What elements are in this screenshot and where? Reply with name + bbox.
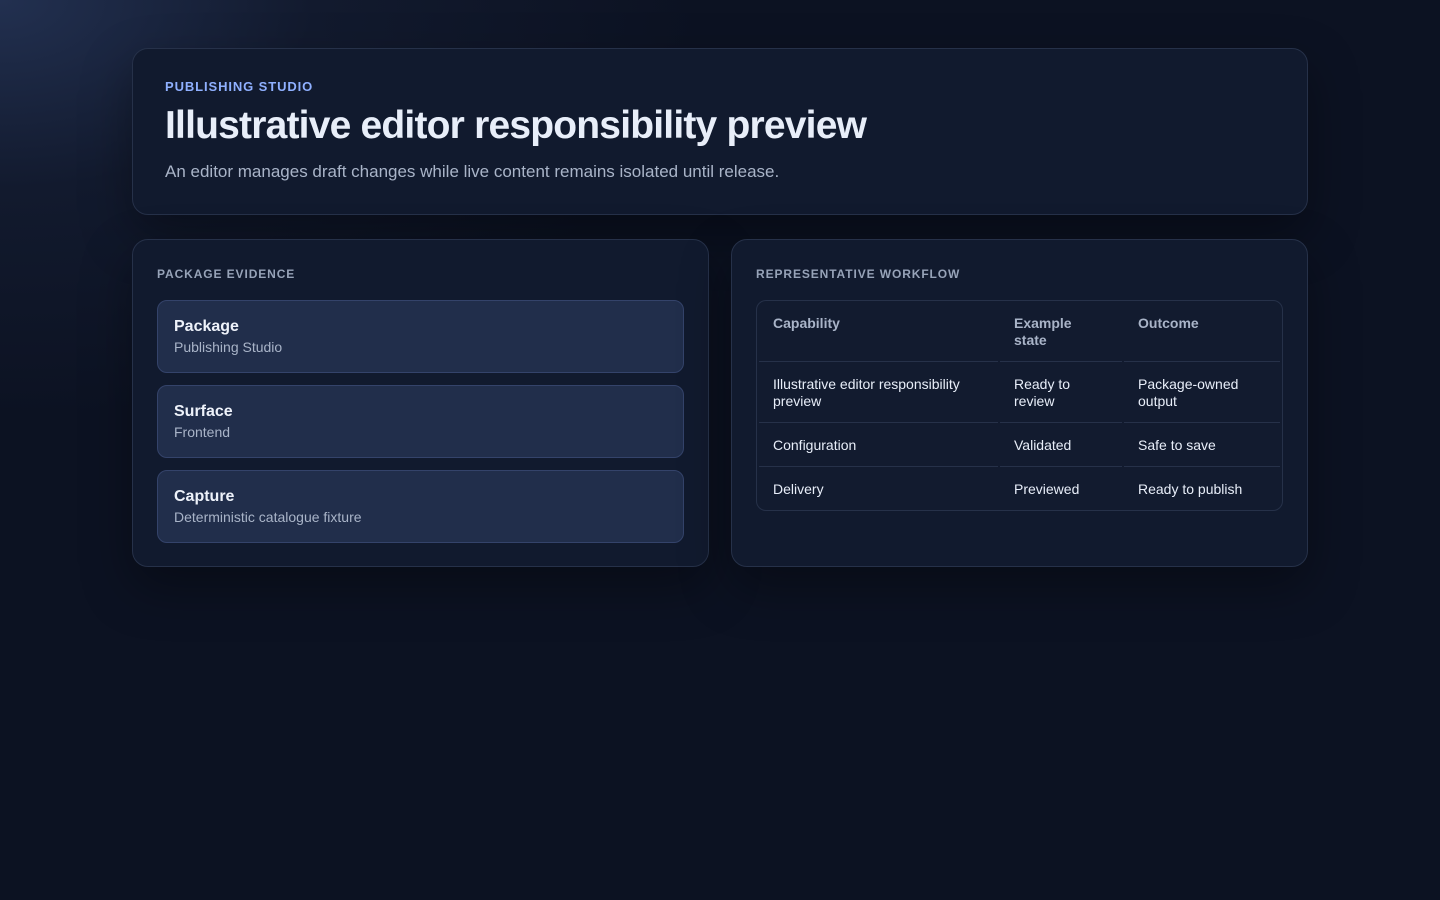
column-header-outcome: Outcome: [1124, 301, 1280, 362]
package-evidence-heading: PACKAGE EVIDENCE: [157, 267, 296, 281]
table-cell: Ready to publish: [1138, 481, 1243, 497]
page-title: Illustrative editor responsibility previ…: [165, 104, 867, 147]
table-cell: Illustrative editor responsibility previ…: [759, 362, 998, 423]
evidence-item-package: Package Publishing Studio: [157, 300, 684, 373]
evidence-label: Surface: [174, 403, 233, 420]
evidence-value: Frontend: [174, 424, 231, 440]
workflow-table-container: Capability Example state Outcome Illustr…: [756, 300, 1283, 511]
table-header-row: Capability Example state Outcome: [759, 301, 1280, 362]
table-row: Illustrative editor responsibility previ…: [759, 362, 1280, 423]
table-cell: Previewed: [1014, 481, 1080, 497]
hero-card: PUBLISHING STUDIO Illustrative editor re…: [132, 48, 1308, 215]
evidence-item-surface: Surface Frontend: [157, 385, 684, 458]
column-header-capability: Capability: [759, 301, 998, 362]
evidence-list: Package Publishing Studio Surface Fronte…: [157, 300, 684, 543]
table-row: Configuration Validated Safe to save: [759, 423, 1280, 467]
workflow-heading: REPRESENTATIVE WORKFLOW: [756, 267, 961, 281]
page-subtitle: An editor manages draft changes while li…: [165, 162, 780, 181]
table-cell: Safe to save: [1124, 423, 1280, 467]
evidence-label: Capture: [174, 488, 235, 505]
workflow-table: Capability Example state Outcome Illustr…: [757, 301, 1282, 510]
evidence-label: Package: [174, 318, 239, 335]
column-header-example-state: Example state: [1000, 301, 1122, 362]
evidence-value: Deterministic catalogue fixture: [174, 509, 362, 525]
evidence-value: Publishing Studio: [174, 339, 283, 355]
table-cell: Package-owned output: [1124, 362, 1280, 423]
eyebrow-label: PUBLISHING STUDIO: [165, 79, 314, 94]
evidence-item-capture: Capture Deterministic catalogue fixture: [157, 470, 684, 543]
table-row: Delivery Previewed Ready to publish: [759, 467, 1280, 510]
representative-workflow-panel: REPRESENTATIVE WORKFLOW Capability Examp…: [731, 239, 1308, 567]
table-cell: Configuration: [759, 423, 998, 467]
table-cell: Delivery: [773, 481, 824, 497]
table-cell: Ready to review: [1000, 362, 1122, 423]
package-evidence-panel: PACKAGE EVIDENCE Package Publishing Stud…: [132, 239, 709, 567]
table-cell: Validated: [1000, 423, 1122, 467]
